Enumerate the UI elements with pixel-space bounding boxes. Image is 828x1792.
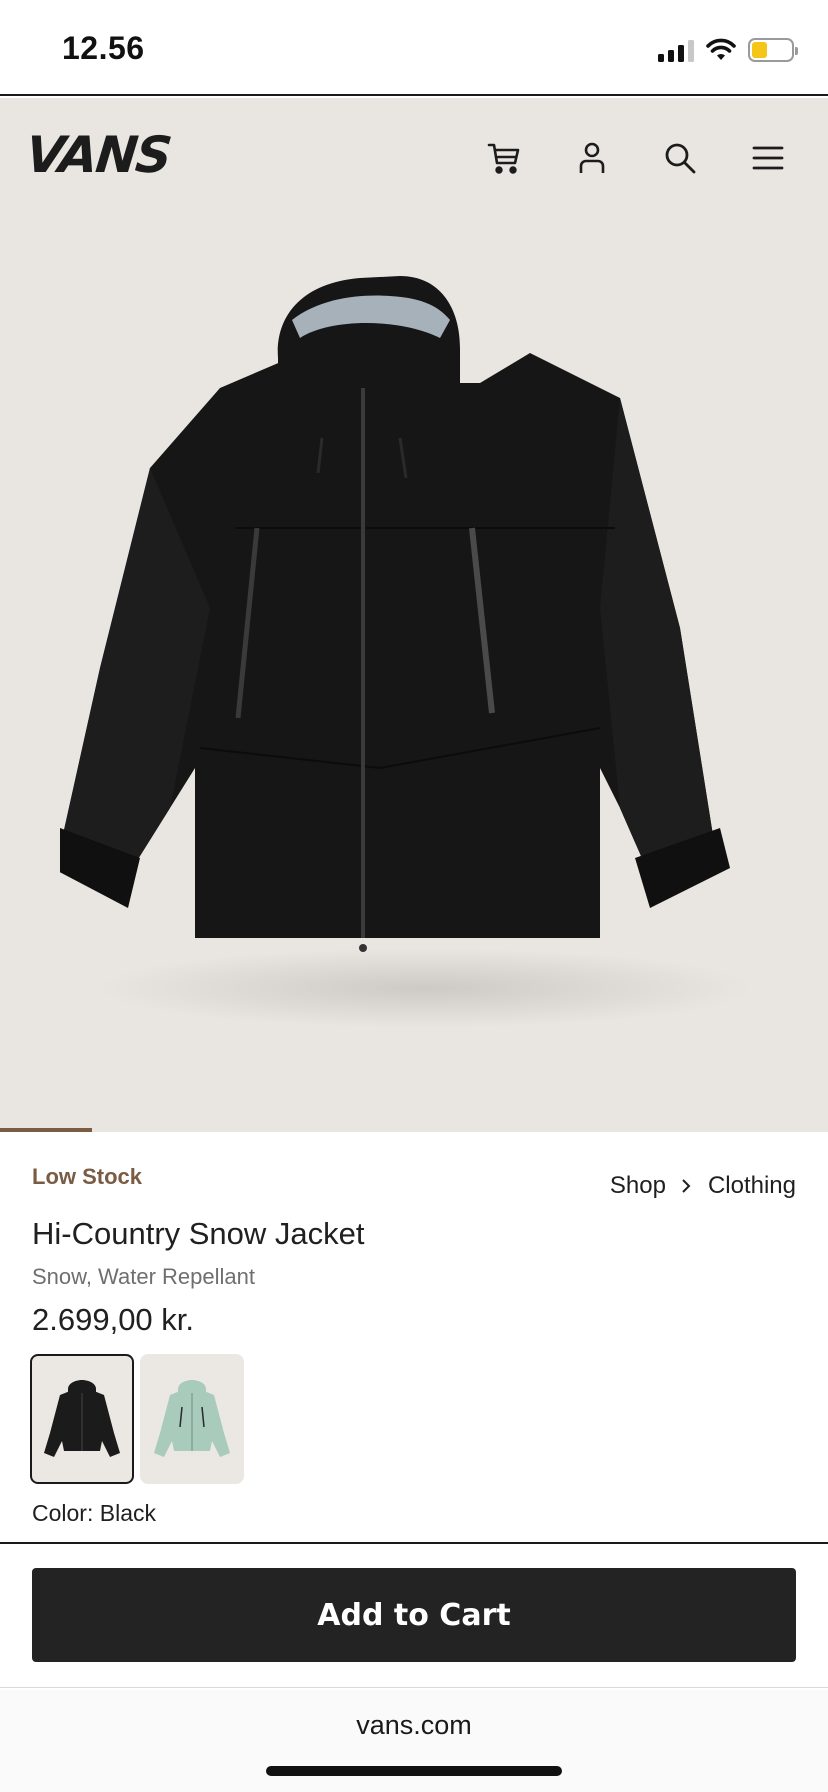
cart-icon[interactable] xyxy=(484,138,524,178)
product-hero: VANS xyxy=(0,98,828,1132)
header-nav xyxy=(484,138,788,178)
status-bar: 12.56 xyxy=(0,0,828,96)
product-details: Low Stock Shop Clothing Hi-Country Snow … xyxy=(0,1132,828,1542)
account-icon[interactable] xyxy=(572,138,612,178)
breadcrumb: Shop Clothing xyxy=(610,1172,796,1200)
jacket-thumbnail-black xyxy=(44,1380,120,1457)
breadcrumb-clothing[interactable]: Clothing xyxy=(708,1172,796,1200)
product-title: Hi-Country Snow Jacket xyxy=(32,1216,365,1251)
vans-logo[interactable]: VANS xyxy=(23,126,173,184)
jacket-thumbnail-mint xyxy=(154,1380,230,1457)
url-text[interactable]: vans.com xyxy=(0,1710,828,1741)
home-indicator[interactable] xyxy=(266,1766,562,1776)
menu-icon[interactable] xyxy=(748,138,788,178)
swatch-black[interactable] xyxy=(30,1354,134,1484)
search-icon[interactable] xyxy=(660,138,700,178)
selected-color-label: Color: Black xyxy=(32,1500,156,1526)
browser-url-bar: vans.com xyxy=(0,1690,828,1792)
swatch-mint[interactable] xyxy=(140,1354,244,1484)
color-swatches xyxy=(30,1354,244,1484)
stock-status: Low Stock xyxy=(32,1164,143,1189)
status-time: 12.56 xyxy=(62,30,145,66)
wifi-icon xyxy=(706,38,736,60)
cellular-signal-icon xyxy=(658,38,694,62)
chevron-right-icon xyxy=(680,1179,694,1193)
add-to-cart-button[interactable]: Add to Cart xyxy=(32,1568,796,1662)
breadcrumb-shop[interactable]: Shop xyxy=(610,1172,666,1200)
status-icons xyxy=(658,36,798,64)
product-subtitle: Snow, Water Repellant xyxy=(32,1264,255,1289)
product-image-jacket[interactable] xyxy=(60,248,790,1068)
battery-icon xyxy=(748,38,798,62)
add-to-cart-bar: Add to Cart xyxy=(0,1542,828,1688)
product-price: 2.699,00 kr. xyxy=(32,1302,195,1337)
